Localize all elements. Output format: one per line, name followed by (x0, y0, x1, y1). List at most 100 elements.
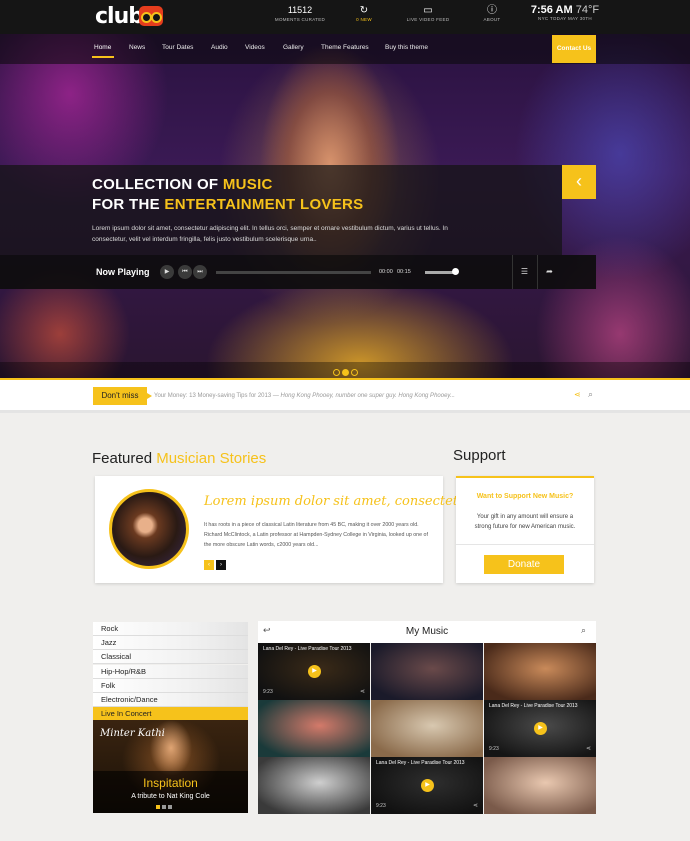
music-tile[interactable]: Lana Del Rey - Live Paradise Tour 2013 ▶ 9… (258, 643, 370, 700)
music-tile[interactable]: Lana Del Rey - Live Paradise Tour 2013 ▶ 9… (371, 757, 483, 814)
clock-time: 7:56 AM (530, 4, 573, 16)
nav-active-indicator (92, 56, 114, 58)
music-tile[interactable] (371, 700, 483, 757)
play-icon[interactable]: ▶ (308, 665, 321, 678)
genre-item[interactable]: Hip-Hop/R&B (93, 664, 248, 679)
hero-title-part: COLLECTION OF (92, 176, 223, 193)
music-tile-caption: Lana Del Rey - Live Paradise Tour 2013 (263, 646, 352, 652)
featured-body: It has roots in a piece of classical Lat… (204, 522, 428, 548)
progress-bar[interactable] (216, 271, 371, 274)
hero-title: COLLECTION OF MUSIC FOR THE ENTERTAINMEN… (92, 175, 363, 215)
genre-item[interactable]: Classical (93, 650, 248, 665)
concert-dot[interactable] (156, 805, 160, 809)
logo[interactable]: club (95, 4, 144, 29)
music-tile-duration: 9:23 (489, 746, 499, 752)
hero-slider: Home News Tour Dates Audio Videos Galler… (0, 34, 690, 380)
nav-gallery[interactable]: Gallery (283, 44, 304, 51)
logo-mark-icon (139, 6, 163, 26)
about-label: ABOUT (483, 17, 501, 22)
music-tile[interactable] (371, 643, 483, 700)
genre-item[interactable]: Jazz (93, 636, 248, 651)
featured-section-title: Featured Musician Stories (92, 450, 266, 467)
playlist-icon[interactable]: ☰ (512, 255, 536, 289)
contact-us-button[interactable]: Contact Us (552, 35, 596, 63)
about[interactable]: ⓘ ABOUT (462, 5, 522, 22)
divider (456, 544, 594, 545)
moments-label: MOMENTS CURATED (274, 17, 326, 22)
previous-track-icon[interactable]: ⏮ (178, 265, 192, 279)
concert-dot[interactable] (168, 805, 172, 809)
live-video-feed[interactable]: ▭ LIVE VIDEO FEED (398, 5, 458, 22)
featured-title-highlight: Musician Stories (156, 450, 267, 467)
back-arrow-icon[interactable]: ↩ (263, 625, 271, 636)
slider-dot[interactable] (333, 369, 340, 376)
chevron-left-icon[interactable]: ‹ (562, 165, 596, 199)
support-section-title: Support (453, 447, 506, 464)
featured-musician-photo[interactable] (109, 489, 189, 569)
nav-home[interactable]: Home (94, 44, 111, 51)
current-time: 00:00 (379, 269, 393, 275)
support-question: Want to Support New Music? (476, 493, 574, 500)
support-text: Your gift in any amount will ensure a st… (474, 514, 576, 530)
music-tile[interactable]: Lana Del Rey - Live Paradise Tour 2013 ▶ 9… (484, 700, 596, 757)
hero-description: Lorem ipsum dolor sit amet, consectetur … (92, 225, 448, 243)
genre-item[interactable]: Electronic/Dance (93, 693, 248, 707)
concert-title: Inspitation (143, 776, 198, 790)
clock-weather: 7:56 AM 74°F NYC TODAY MAY 30TH (530, 4, 600, 21)
play-icon[interactable]: ▶ (160, 265, 174, 279)
music-tile-caption: Lana Del Rey - Live Paradise Tour 2013 (489, 703, 578, 709)
search-icon[interactable]: ⌕ (581, 625, 586, 636)
concert-dot[interactable] (162, 805, 166, 809)
share-arrow-icon[interactable]: ➦ (537, 255, 561, 289)
play-icon[interactable]: ▶ (421, 779, 434, 792)
music-tile-duration: 9:23 (263, 689, 273, 695)
video-camera-icon: ▭ (423, 5, 433, 16)
nav-audio[interactable]: Audio (211, 44, 228, 51)
play-icon[interactable]: ▶ (534, 722, 547, 735)
nav-theme-features[interactable]: Theme Features (321, 44, 369, 51)
nav-tour-dates[interactable]: Tour Dates (162, 44, 193, 51)
music-tile[interactable] (484, 757, 596, 814)
genre-item[interactable]: Folk (93, 678, 248, 693)
music-tile-duration: 9:23 (376, 803, 386, 809)
share-icon[interactable]: ⋖ (360, 688, 365, 695)
live-video-label: LIVE VIDEO FEED (406, 17, 450, 22)
nav-videos[interactable]: Videos (245, 44, 265, 51)
music-tile[interactable] (258, 700, 370, 757)
moments-curated[interactable]: 11512 MOMENTS CURATED (270, 5, 330, 22)
featured-prev-button[interactable]: ‹ (204, 560, 214, 570)
total-time: 00:15 (397, 269, 411, 275)
music-tile-caption: Lana Del Rey - Live Paradise Tour 2013 (376, 760, 465, 766)
share-icon[interactable]: ⋖ (586, 745, 591, 752)
music-tile[interactable] (484, 643, 596, 700)
ticker-headline: Your Money: 13 Money-saving Tips for 201… (154, 393, 281, 399)
search-icon[interactable]: ⌕ (588, 389, 593, 400)
featured-title-part: Featured (92, 450, 157, 467)
featured-heading[interactable]: Lorem ipsum dolor sit amet, consectetur … (204, 494, 489, 509)
concert-subtitle: A tribute to Nat King Cole (131, 793, 210, 800)
slider-dot[interactable] (342, 369, 349, 376)
clock-date: NYC TODAY MAY 30TH (538, 16, 592, 21)
my-music-title: My Music (405, 626, 449, 637)
hero-title-highlight: ENTERTAINMENT LOVERS (164, 196, 364, 213)
slider-dot[interactable] (351, 369, 358, 376)
donate-button[interactable]: Donate (484, 555, 564, 574)
info-icon: ⓘ (487, 5, 497, 16)
dont-miss-badge: Don't miss (93, 387, 152, 405)
volume-knob[interactable] (452, 268, 459, 275)
now-playing-label: Now Playing (96, 267, 150, 277)
genre-item[interactable]: Rock (93, 622, 248, 636)
share-icon[interactable]: ⋖ (473, 802, 478, 809)
ticker-text[interactable]: Your Money: 13 Money-saving Tips for 201… (154, 393, 455, 399)
new-items[interactable]: ↻ 0 NEW (334, 5, 394, 22)
temperature: 74°F (575, 4, 600, 16)
hero-title-highlight: MUSIC (222, 176, 273, 193)
share-icon[interactable]: ⋖ (574, 390, 581, 399)
music-tile[interactable] (258, 757, 370, 814)
nav-buy-theme[interactable]: Buy this theme (385, 44, 428, 51)
featured-next-button[interactable]: › (216, 560, 226, 570)
nav-news[interactable]: News (129, 44, 145, 51)
next-track-icon[interactable]: ⏭ (193, 265, 207, 279)
concert-signature: Minter Kathi (100, 728, 165, 739)
moments-count: 11512 (287, 5, 313, 15)
